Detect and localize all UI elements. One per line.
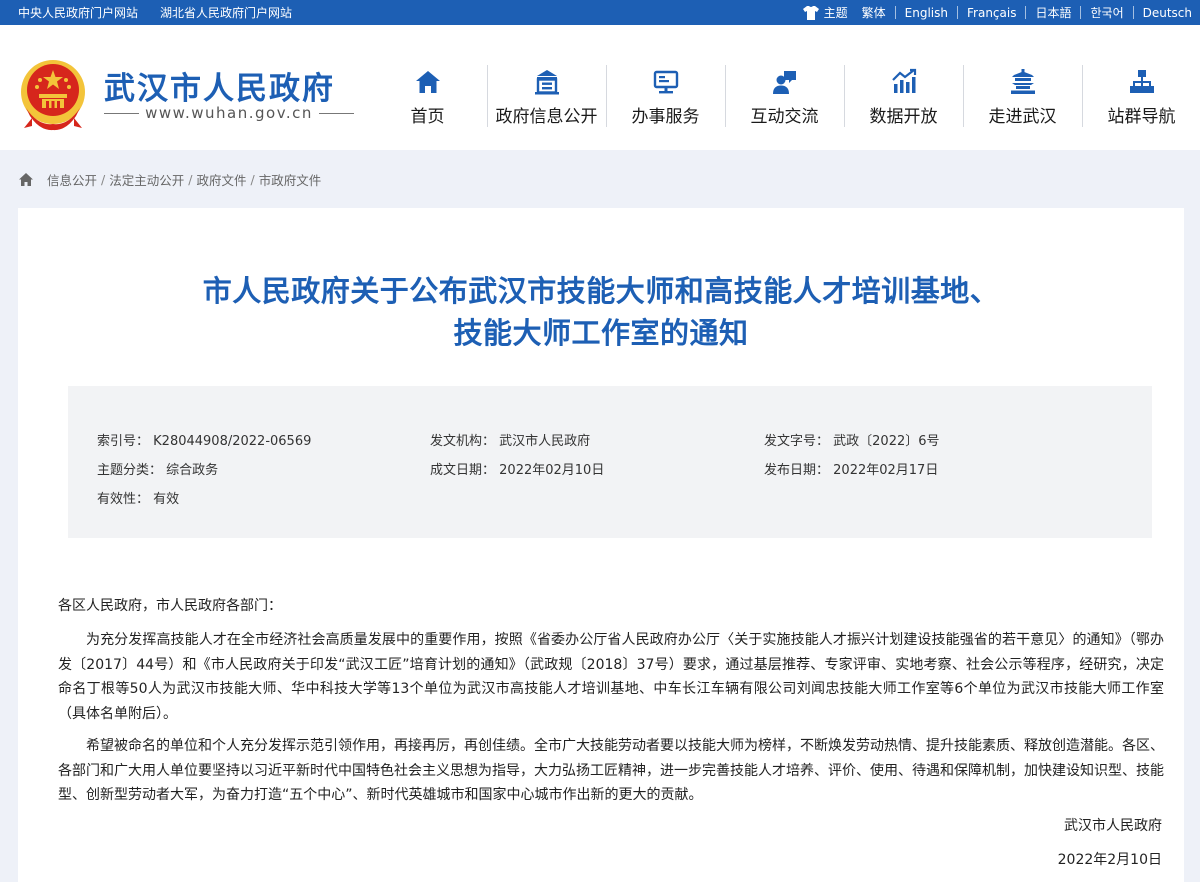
divider <box>957 6 958 19</box>
divider <box>1025 6 1027 19</box>
chat-user-icon <box>772 71 796 94</box>
home-icon[interactable] <box>18 172 34 187</box>
nav-label: 首页 <box>410 107 445 127</box>
meta-value: 2022年02月17日 <box>833 463 939 478</box>
nav-label: 政府信息公开 <box>495 107 598 127</box>
monitor-icon <box>653 70 678 94</box>
nav-interaction[interactable]: 互动交流 <box>725 65 844 129</box>
meta-value: 有效 <box>153 492 180 507</box>
lang-traditional[interactable]: 繁体 <box>862 4 886 21</box>
meta-index: 索引号： K28044908/2022-06569 <box>97 430 311 449</box>
meta-label: 索引号： <box>97 434 150 449</box>
body-paragraph-1: 为充分发挥高技能人才在全市经济社会高质量发展中的重要作用，按照《省委办公厅省人民… <box>58 632 1164 722</box>
breadcrumb-info-public[interactable]: 信息公开 <box>47 170 97 189</box>
meta-topic: 主题分类： 综合政务 <box>97 459 218 478</box>
nav-about-wuhan[interactable]: 走进武汉 <box>963 65 1082 129</box>
meta-published-date: 发布日期： 2022年02月17日 <box>764 459 938 478</box>
nav-services[interactable]: 办事服务 <box>606 65 725 129</box>
lang-german[interactable]: Deutsch <box>1143 6 1192 20</box>
meta-docno: 发文字号： 武政〔2022〕6号 <box>764 430 940 449</box>
lang-japanese[interactable]: 日本語 <box>1035 4 1071 21</box>
meta-written-date: 成文日期： 2022年02月10日 <box>430 459 604 478</box>
meta-value: 2022年02月10日 <box>499 463 605 478</box>
bar-chart-icon <box>891 68 916 93</box>
meta-label: 发文字号： <box>764 434 830 449</box>
signature: 武汉市人民政府 <box>1064 818 1162 834</box>
breadcrumb-separator: / <box>250 171 255 187</box>
title-line-1: 市人民政府关于公布武汉市技能大师和高技能人才培训基地、 <box>202 274 1000 308</box>
site-title[interactable]: 武汉市人民政府 <box>104 63 335 108</box>
main-nav: 首页 政府信息公开 办事服务 互动交流 数据开放 走进武汉 站群导航 <box>368 65 1200 129</box>
divider <box>318 112 355 114</box>
divider <box>1080 6 1082 19</box>
home-icon <box>415 71 440 93</box>
central-gov-link[interactable]: 中央人民政府门户网站 <box>18 4 138 21</box>
document-date: 2022年2月10日 <box>1057 852 1162 868</box>
meta-label: 有效性： <box>97 492 150 507</box>
top-utility-bar: 中央人民政府门户网站 湖北省人民政府门户网站 主题 繁体 English Fra… <box>0 0 1200 25</box>
hubei-gov-link[interactable]: 湖北省人民政府门户网站 <box>160 4 292 21</box>
breadcrumb-statutory[interactable]: 法定主动公开 <box>109 170 184 189</box>
document-meta: 索引号： K28044908/2022-06569 发文机构： 武汉市人民政府 … <box>68 386 1152 538</box>
lang-korean[interactable]: 한국어 <box>1090 4 1123 21</box>
meta-validity: 有效性： 有效 <box>97 488 179 507</box>
site-header: 武汉市人民政府 www.wuhan.gov.cn 首页 政府信息公开 办事服务 … <box>0 25 1200 150</box>
breadcrumb-separator: / <box>188 171 193 187</box>
meta-label: 成文日期： <box>430 463 496 478</box>
site-domain-text: www.wuhan.gov.cn <box>145 104 313 122</box>
nav-home[interactable]: 首页 <box>368 65 487 129</box>
national-emblem-icon[interactable] <box>18 58 88 132</box>
breadcrumb-city-docs[interactable]: 市政府文件 <box>259 170 322 189</box>
shirt-icon <box>802 5 819 20</box>
top-links: 中央人民政府门户网站 湖北省人民政府门户网站 <box>18 0 292 25</box>
breadcrumb-separator: / <box>101 171 106 187</box>
nav-label: 走进武汉 <box>988 107 1057 127</box>
meta-label: 发文机构： <box>430 434 496 449</box>
site-domain: www.wuhan.gov.cn <box>104 104 355 122</box>
meta-label: 主题分类： <box>97 463 163 478</box>
breadcrumb-gov-docs[interactable]: 政府文件 <box>196 170 246 189</box>
meta-value: K28044908/2022-06569 <box>153 434 312 449</box>
nav-label: 办事服务 <box>631 107 700 127</box>
meta-value: 武政〔2022〕6号 <box>833 434 940 449</box>
breadcrumb: 信息公开 / 法定主动公开 / 政府文件 / 市政府文件 <box>18 170 321 188</box>
lang-french[interactable]: Français <box>967 6 1016 20</box>
theme-switch[interactable]: 主题 <box>802 4 848 21</box>
nav-site-group[interactable]: 站群导航 <box>1082 65 1200 129</box>
document-card: 市人民政府关于公布武汉市技能大师和高技能人才培训基地、 技能大师工作室的通知 索… <box>18 208 1184 882</box>
divider <box>1132 6 1134 19</box>
meta-value: 综合政务 <box>166 463 219 478</box>
language-switcher: 主题 繁体 English Français 日本語 한국어 Deutsch <box>802 0 1192 25</box>
nav-label: 数据开放 <box>869 107 938 127</box>
theme-label: 主题 <box>823 6 848 20</box>
divider <box>894 6 896 19</box>
building-icon <box>534 70 559 95</box>
page-title: 市人民政府关于公布武汉市技能大师和高技能人才培训基地、 技能大师工作室的通知 <box>18 270 1184 354</box>
meta-value: 武汉市人民政府 <box>499 434 591 449</box>
nav-label: 站群导航 <box>1107 107 1176 127</box>
meta-label: 发布日期： <box>764 463 830 478</box>
body-paragraph-2: 希望被命名的单位和个人充分发挥示范引领作用，再接再厉，再创佳绩。全市广大技能劳动… <box>58 738 1164 803</box>
nav-label: 互动交流 <box>750 107 819 127</box>
nav-open-data[interactable]: 数据开放 <box>844 65 963 129</box>
meta-issuer: 发文机构： 武汉市人民政府 <box>430 430 590 449</box>
lang-english[interactable]: English <box>905 6 948 20</box>
nav-gov-info[interactable]: 政府信息公开 <box>487 65 606 129</box>
title-line-2: 技能大师工作室的通知 <box>453 316 749 350</box>
salutation: 各区人民政府，市人民政府各部门： <box>58 598 282 614</box>
sitemap-icon <box>1129 70 1154 93</box>
pavilion-icon <box>1010 69 1035 94</box>
divider <box>104 112 140 114</box>
